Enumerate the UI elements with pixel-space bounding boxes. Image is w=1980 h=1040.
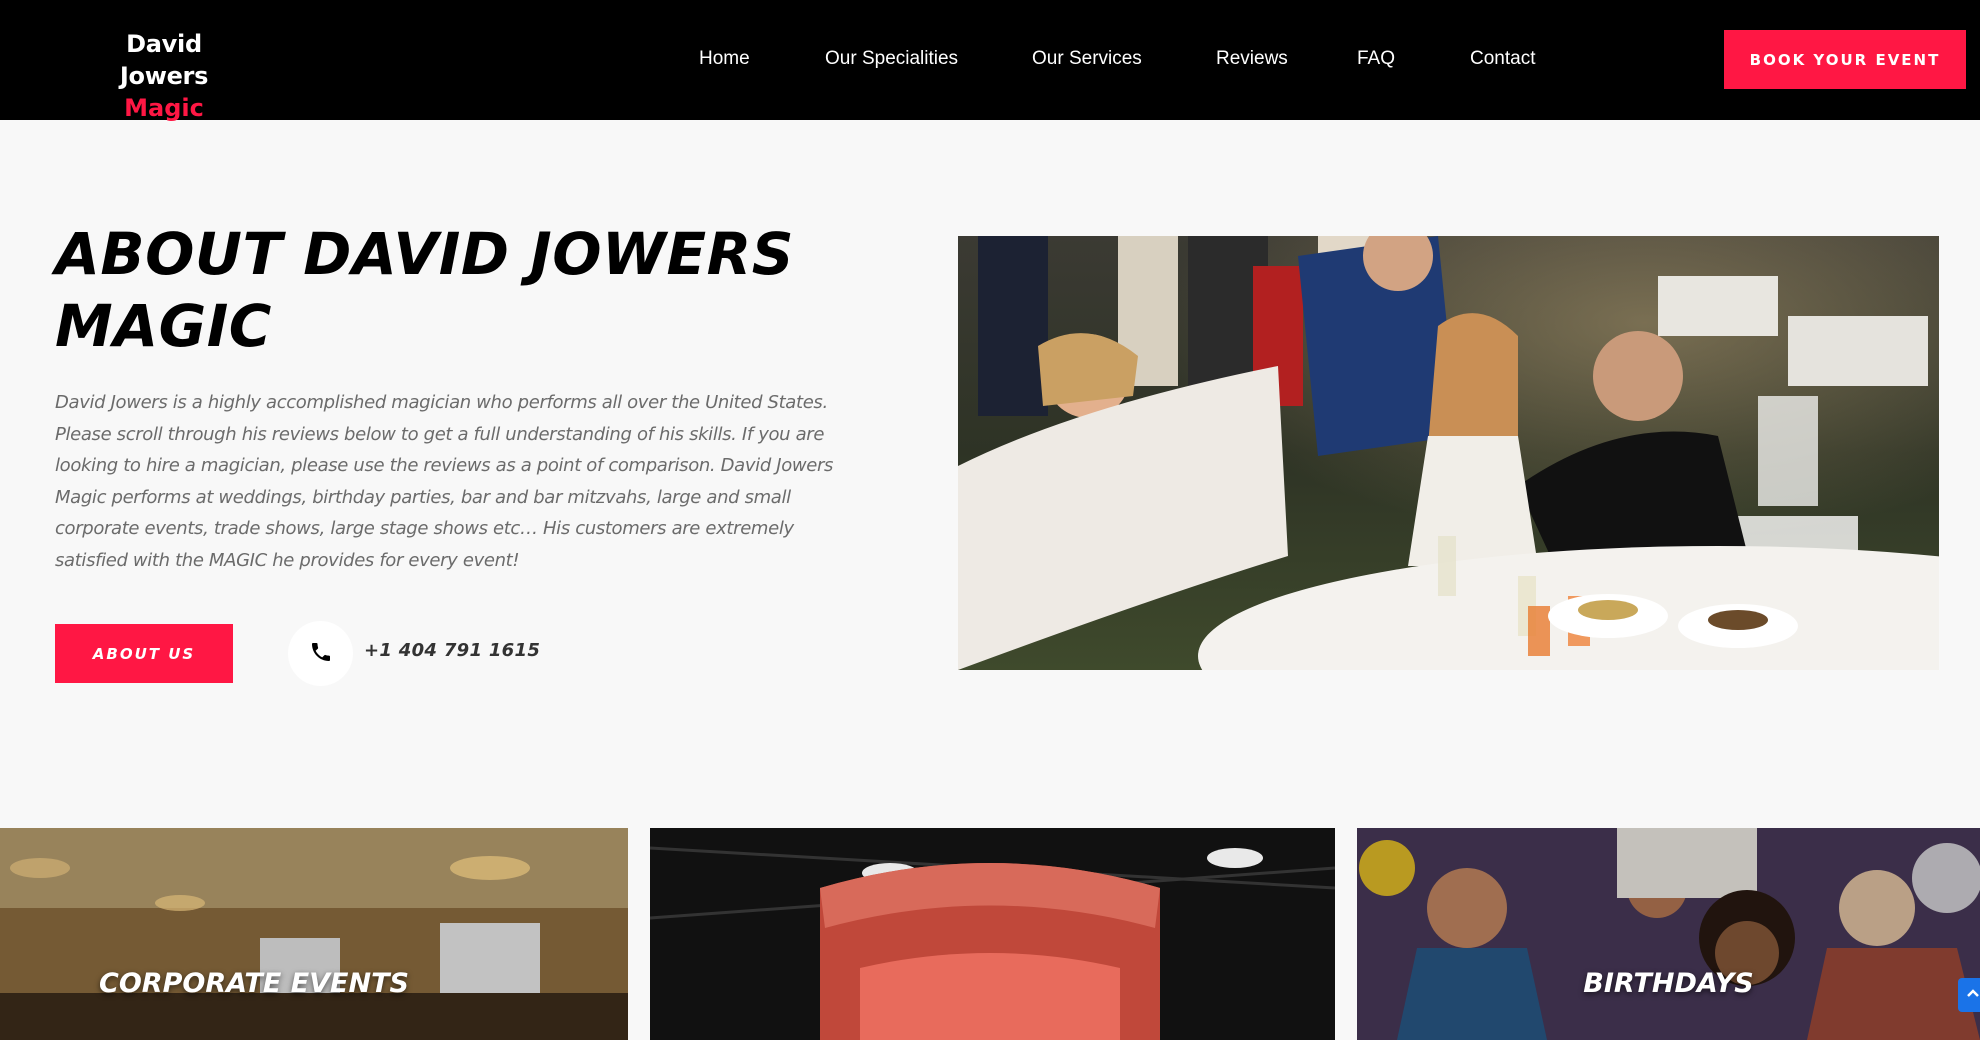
birthdays-image bbox=[1357, 828, 1980, 1040]
card-corporate-events[interactable]: CORPORATE EVENTS bbox=[0, 828, 628, 1040]
chevron-up-icon bbox=[1965, 985, 1980, 1005]
nav-our-services[interactable]: Our Services bbox=[1032, 48, 1142, 70]
nav-faq[interactable]: FAQ bbox=[1357, 48, 1395, 70]
card-birthdays[interactable]: BIRTHDAYS bbox=[1357, 828, 1980, 1040]
nav-home[interactable]: Home bbox=[699, 48, 750, 70]
nav-contact[interactable]: Contact bbox=[1470, 48, 1535, 70]
scroll-to-top-button[interactable] bbox=[1958, 978, 1980, 1012]
phone-button[interactable] bbox=[288, 621, 353, 686]
corporate-events-image bbox=[0, 828, 628, 1040]
about-us-button[interactable]: ABOUT US bbox=[55, 624, 233, 683]
phone-number[interactable]: +1 404 791 1615 bbox=[364, 640, 540, 661]
card-label-corporate-events: CORPORATE EVENTS bbox=[99, 968, 409, 999]
venetian-resort-image bbox=[650, 828, 1335, 1040]
site-header: David Jowers Magic Home Our Specialities… bbox=[0, 0, 1980, 122]
card-trade-shows[interactable] bbox=[650, 828, 1335, 1040]
book-your-event-button[interactable]: BOOK YOUR EVENT bbox=[1724, 30, 1966, 89]
about-description: David Jowers is a highly accomplished ma… bbox=[55, 392, 834, 571]
phone-icon bbox=[309, 640, 333, 668]
about-title: ABOUT DAVID JOWERS MAGIC bbox=[55, 220, 795, 360]
event-photo bbox=[958, 236, 1939, 670]
nav-our-specialities[interactable]: Our Specialities bbox=[825, 48, 958, 70]
nav-reviews[interactable]: Reviews bbox=[1216, 48, 1288, 70]
main-nav: Home Our Specialities Our Services Revie… bbox=[0, 0, 1980, 120]
card-label-birthdays: BIRTHDAYS bbox=[1583, 968, 1754, 999]
